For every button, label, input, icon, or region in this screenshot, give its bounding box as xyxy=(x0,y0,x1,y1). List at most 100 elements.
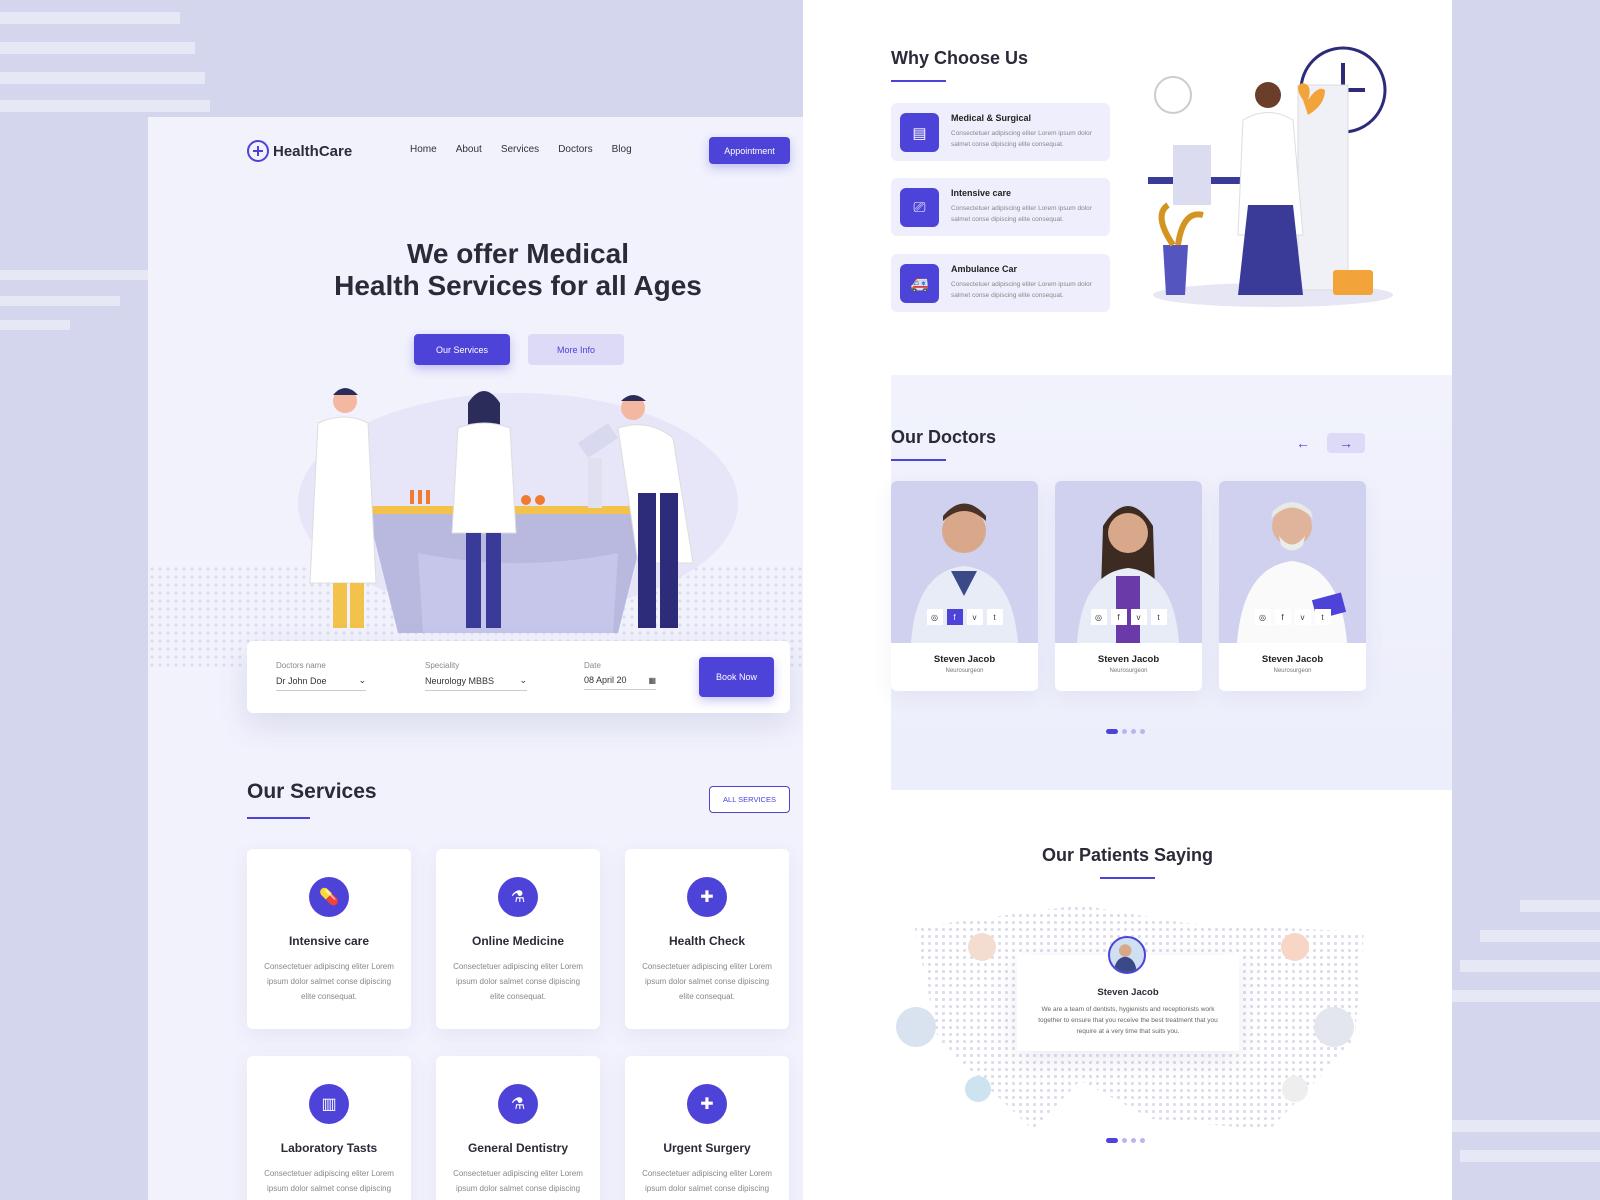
service-card-general-dentistry[interactable]: ⚗ General Dentistry Consectetuer adipisc… xyxy=(436,1056,600,1200)
why-item-medical-surgical[interactable]: ▤ Medical & Surgical Consectetuer adipis… xyxy=(891,103,1110,161)
pager-dot[interactable] xyxy=(1140,729,1145,734)
why-item-ambulance-car[interactable]: 🚑 Ambulance Car Consectetuer adipiscing … xyxy=(891,254,1110,312)
brand-logo[interactable]: HealthCare xyxy=(247,140,352,162)
doctors-pagination xyxy=(1106,729,1145,734)
hero-title: We offer Medical Health Services for all… xyxy=(258,238,778,302)
why-item-name: Medical & Surgical xyxy=(951,113,1032,123)
service-desc: Consectetuer adipiscing eliter Lorem ips… xyxy=(453,1169,583,1200)
service-name: Urgent Surgery xyxy=(663,1141,751,1155)
our-services-button[interactable]: Our Services xyxy=(414,334,510,365)
service-desc: Consectetuer adipiscing eliter Lorem ips… xyxy=(264,962,394,1001)
lab-rack-icon: ▥ xyxy=(309,1084,349,1124)
more-info-button[interactable]: More Info xyxy=(528,334,624,365)
doctors-title: Our Doctors xyxy=(891,427,997,447)
pills-icon: 💊 xyxy=(309,877,349,917)
service-card-intensive-care[interactable]: 💊 Intensive care Consectetuer adipiscing… xyxy=(247,849,411,1029)
vimeo-icon[interactable]: v xyxy=(1294,609,1311,625)
date-label: Date xyxy=(584,661,601,670)
next-arrow-button[interactable]: → xyxy=(1327,433,1365,453)
speciality-field[interactable]: Speciality Neurology MBBS ⌄ xyxy=(425,661,527,691)
service-name: Health Check xyxy=(668,934,746,948)
ambulance-icon: 🚑 xyxy=(900,264,939,303)
vimeo-icon[interactable]: v xyxy=(1130,609,1147,625)
shield-plus-icon: ✚ xyxy=(687,1084,727,1124)
test-tubes-icon: ⚗ xyxy=(498,877,538,917)
why-item-desc: Consectetuer adipiscing eliter Lorem ips… xyxy=(951,281,1092,299)
nav-home[interactable]: Home xyxy=(410,144,437,155)
why-title: Why Choose Us xyxy=(891,48,1029,68)
patient-avatar[interactable] xyxy=(965,1076,991,1102)
doctor-photo: ◎ f v t xyxy=(1219,481,1366,643)
instagram-icon[interactable]: ◎ xyxy=(926,609,943,625)
lab-scientists-illustration xyxy=(298,388,738,633)
doctor-photo: ◎ f v t xyxy=(1055,481,1202,643)
facebook-icon[interactable]: f xyxy=(1110,609,1127,625)
pager-dot[interactable] xyxy=(1131,729,1136,734)
services-underline xyxy=(247,817,310,819)
doctor-card[interactable]: ◎ f v t Steven Jacob Neurosurgeon xyxy=(891,481,1038,691)
chevron-down-icon: ⌄ xyxy=(358,675,366,685)
doctors-underline xyxy=(891,459,946,461)
instagram-icon[interactable]: ◎ xyxy=(1090,609,1107,625)
patient-avatar[interactable] xyxy=(1282,1076,1308,1102)
nav-about[interactable]: About xyxy=(456,144,482,155)
doctor-name: Steven Jacob xyxy=(1261,654,1324,665)
service-card-online-medicine[interactable]: ⚗ Online Medicine Consectetuer adipiscin… xyxy=(436,849,600,1029)
date-value: 08 April 20 xyxy=(584,675,627,685)
date-field[interactable]: Date 08 April 20 ▦ xyxy=(584,661,656,690)
appointment-button[interactable]: Appointment xyxy=(709,137,790,164)
testimonial-avatar xyxy=(1108,936,1146,974)
why-item-name: Ambulance Car xyxy=(951,264,1018,274)
nav-doctors[interactable]: Doctors xyxy=(558,144,592,155)
why-item-desc: Consectetuer adipiscing eliter Lorem ips… xyxy=(951,205,1092,223)
pager-dot[interactable] xyxy=(1122,1138,1127,1143)
testimonials-title: Our Patients Saying xyxy=(1041,845,1214,865)
instagram-icon[interactable]: ◎ xyxy=(1254,609,1271,625)
patient-avatar[interactable] xyxy=(896,1007,936,1047)
landing-page-left: HealthCare Home About Services Doctors B… xyxy=(148,117,890,1200)
landing-page-right: Why Choose Us ▤ Medical & Surgical Conse… xyxy=(803,0,1452,1200)
prev-arrow-button[interactable]: ← xyxy=(1290,433,1316,453)
facebook-icon[interactable]: f xyxy=(946,609,963,625)
service-name: Intensive care xyxy=(288,934,370,948)
book-now-button[interactable]: Book Now xyxy=(699,657,774,697)
facebook-icon[interactable]: f xyxy=(1274,609,1291,625)
calendar-icon: ▦ xyxy=(648,675,656,685)
doctor-name-label: Doctors name xyxy=(276,661,326,670)
twitter-icon[interactable]: t xyxy=(1314,609,1331,625)
patient-avatar[interactable] xyxy=(1314,1007,1354,1047)
why-item-intensive-care[interactable]: ⎚ Intensive care Consectetuer adipiscing… xyxy=(891,178,1110,236)
patient-avatar[interactable] xyxy=(968,933,996,961)
all-services-button[interactable]: ALL SERVICES xyxy=(709,786,790,813)
service-card-urgent-surgery[interactable]: ✚ Urgent Surgery Consectetuer adipiscing… xyxy=(625,1056,789,1200)
service-card-health-check[interactable]: ✚ Health Check Consectetuer adipiscing e… xyxy=(625,849,789,1029)
pager-dot[interactable] xyxy=(1131,1138,1136,1143)
booking-form: Doctors name Dr John Doe ⌄ Speciality Neu… xyxy=(247,641,790,713)
doctor-card[interactable]: ◎ f v t Steven Jacob Neurosurgeon xyxy=(1055,481,1202,691)
patient-avatar[interactable] xyxy=(1281,933,1309,961)
hospital-icon: ▤ xyxy=(900,113,939,152)
pager-dot[interactable] xyxy=(1122,729,1127,734)
doctor-social-links: ◎ f v t xyxy=(1219,609,1366,625)
vimeo-icon[interactable]: v xyxy=(966,609,983,625)
pager-dot[interactable] xyxy=(1106,1138,1118,1143)
hero-title-line1: We offer Medical xyxy=(407,238,629,269)
pager-dot[interactable] xyxy=(1140,1138,1145,1143)
why-underline xyxy=(891,80,946,82)
doctor-social-links: ◎ f v t xyxy=(1055,609,1202,625)
testimonials-underline xyxy=(1100,877,1155,879)
doctor-role: Neurosurgeon xyxy=(1109,668,1148,674)
service-card-laboratory-tasts[interactable]: ▥ Laboratory Tasts Consectetuer adipisci… xyxy=(247,1056,411,1200)
service-desc: Consectetuer adipiscing eliter Lorem ips… xyxy=(264,1169,394,1200)
doctor-illustration xyxy=(1148,46,1393,307)
twitter-icon[interactable]: t xyxy=(1150,609,1167,625)
nav-blog[interactable]: Blog xyxy=(612,144,632,155)
doctor-name-field[interactable]: Doctors name Dr John Doe ⌄ xyxy=(276,661,366,691)
service-name: Online Medicine xyxy=(471,934,564,948)
speciality-label: Speciality xyxy=(425,661,460,670)
pager-dot[interactable] xyxy=(1106,729,1118,734)
nav-services[interactable]: Services xyxy=(501,144,539,155)
doctor-card[interactable]: ◎ f v t Steven Jacob Neurosurgeon xyxy=(1219,481,1366,691)
twitter-icon[interactable]: t xyxy=(986,609,1003,625)
doctor-photo: ◎ f v t xyxy=(891,481,1038,643)
